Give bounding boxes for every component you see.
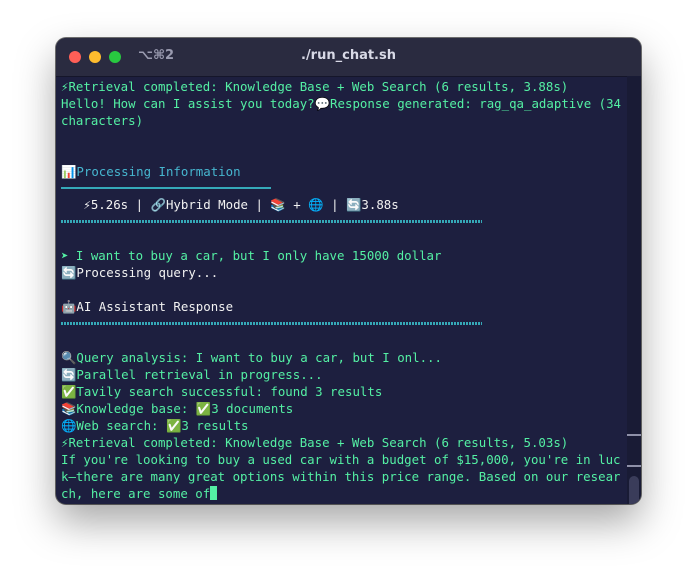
knowledge-base-line: 📚Knowledge base: ✅3 documents [61, 401, 294, 416]
output-line-response-generated: Hello! How can I assist you today?💬Respo… [61, 96, 629, 128]
scrollbar-thumb[interactable] [629, 476, 639, 504]
response-text: If you're looking to buy a used car with… [61, 452, 621, 501]
section-divider [61, 220, 482, 223]
user-prompt-line: ➤ I want to buy a car, but I only have 1… [61, 248, 442, 263]
stats-line: ⚡5.26s | 🔗Hybrid Mode | 📚 + 🌐 | 🔄3.88s [61, 197, 399, 212]
assistant-response-header: 🤖AI Assistant Response [61, 299, 234, 314]
title-bar[interactable]: ⌥⌘2 ./run_chat.sh [56, 38, 641, 77]
assistant-response-text: If you're looking to buy a used car with… [61, 451, 627, 502]
text-cursor [210, 486, 218, 500]
web-search-line: 🌐Web search: ✅3 results [61, 418, 249, 433]
parallel-retrieval-line: 🔄Parallel retrieval in progress... [61, 367, 323, 382]
section-divider [61, 322, 482, 325]
window-title: ./run_chat.sh [301, 48, 396, 63]
output-line-retrieval: ⚡Retrieval completed: Knowledge Base + W… [61, 79, 569, 94]
retrieval-completed-line: ⚡Retrieval completed: Knowledge Base + W… [61, 435, 569, 450]
processing-query-line: 🔄Processing query... [61, 265, 219, 280]
terminal-output[interactable]: ⚡Retrieval completed: Knowledge Base + W… [61, 78, 627, 502]
terminal-window: ⌥⌘2 ./run_chat.sh ⚡Retrieval completed: … [56, 38, 641, 504]
scrollbar-track[interactable] [627, 76, 641, 504]
scroll-marker [627, 434, 641, 436]
processing-info-header: 📊Processing Information [61, 164, 241, 179]
tavily-search-line: ✅Tavily search successful: found 3 resul… [61, 384, 383, 399]
scroll-marker [627, 465, 641, 467]
query-analysis-line: 🔍Query analysis: I want to buy a car, bu… [61, 350, 442, 365]
section-divider [61, 187, 271, 189]
